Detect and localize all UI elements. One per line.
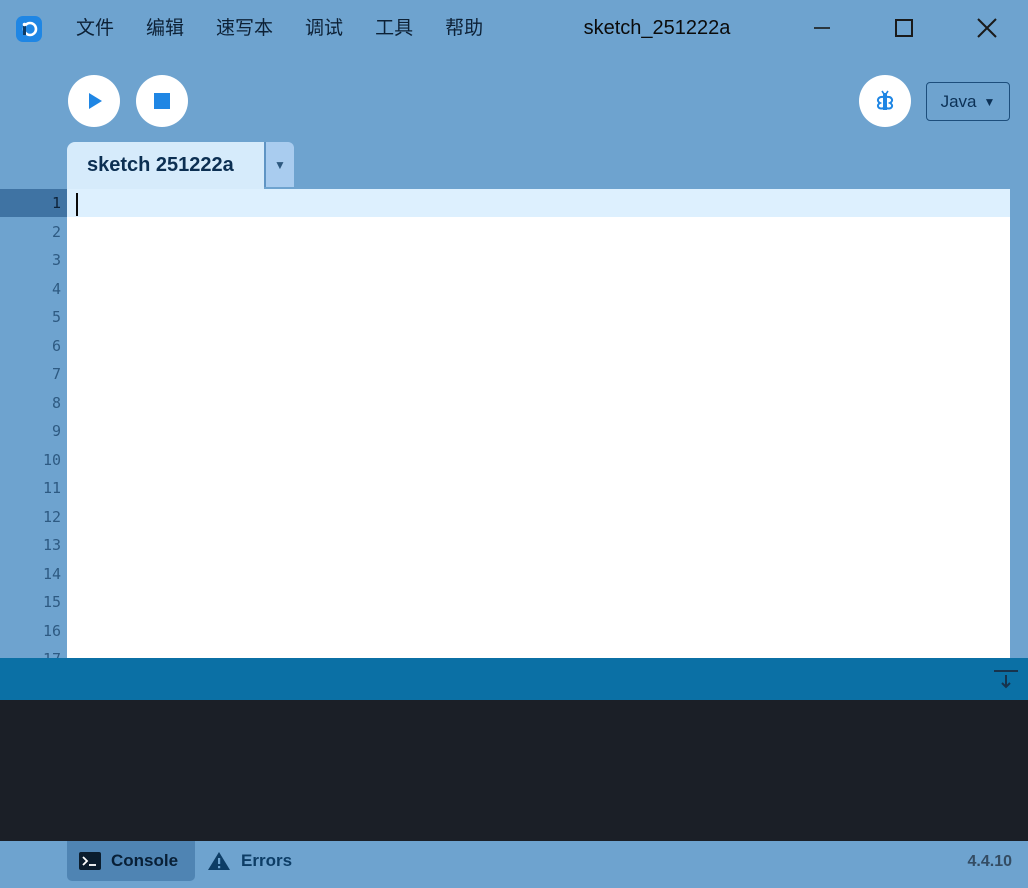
chevron-down-icon: ▼ <box>983 94 996 109</box>
editor-scrollbar[interactable] <box>1010 189 1028 658</box>
line-number: 5 <box>51 308 61 326</box>
current-line-highlight <box>67 189 1010 217</box>
line-number: 15 <box>42 593 61 611</box>
maximize-button[interactable] <box>882 8 926 48</box>
menu-bar: 文件 编辑 速写本 调试 工具 帮助 <box>60 14 499 42</box>
line-number: 2 <box>51 222 61 241</box>
version-label: 4.4.10 <box>967 853 1012 870</box>
console-header <box>0 658 1028 700</box>
tab-sketch[interactable]: sketch 251222a <box>67 142 264 189</box>
line-number: 12 <box>42 507 61 526</box>
processing-window: 文件 编辑 速写本 调试 工具 帮助 sketch_251222a Java ▼… <box>0 0 1028 888</box>
mode-label: Java <box>940 91 977 111</box>
processing-logo-icon <box>16 16 42 42</box>
line-number: 3 <box>51 251 61 269</box>
line-number: 14 <box>42 564 61 583</box>
collapse-down-icon <box>994 670 1018 689</box>
line-number: 9 <box>51 422 61 440</box>
line-number: 8 <box>51 393 61 412</box>
collapse-console-button[interactable] <box>992 666 1020 692</box>
butterfly-debug-icon <box>876 90 894 110</box>
line-number: 11 <box>42 479 61 497</box>
menu-help[interactable]: 帮助 <box>429 14 499 42</box>
tab-errors-label: Errors <box>241 851 293 870</box>
line-number: 16 <box>42 621 61 640</box>
text-caret <box>76 193 78 216</box>
tab-errors[interactable]: Errors <box>207 841 292 881</box>
tab-menu-button[interactable]: ▼ <box>264 142 294 187</box>
line-number: 13 <box>42 536 61 554</box>
line-number-gutter: 1 2 3 4 5 6 7 8 9 10 11 12 13 14 15 16 1… <box>0 189 67 658</box>
stop-icon <box>154 93 170 109</box>
code-editor[interactable] <box>67 189 1010 658</box>
triangle-down-icon: ▼ <box>274 157 286 172</box>
menu-file[interactable]: 文件 <box>60 14 130 42</box>
line-number: 4 <box>51 279 61 298</box>
run-button[interactable] <box>68 75 120 127</box>
menu-sketch[interactable]: 速写本 <box>200 14 289 42</box>
minimize-button[interactable] <box>800 8 844 48</box>
line-number: 10 <box>42 450 61 469</box>
line-number: 17 <box>0 645 61 658</box>
stop-button[interactable] <box>136 75 188 127</box>
console-output[interactable] <box>0 700 1028 841</box>
menu-edit[interactable]: 编辑 <box>130 14 200 42</box>
terminal-icon <box>79 852 101 870</box>
line-number: 6 <box>51 336 61 355</box>
tab-console-label: Console <box>111 851 179 870</box>
menu-tools[interactable]: 工具 <box>359 14 429 42</box>
minimize-icon <box>814 27 830 29</box>
mode-selector[interactable]: Java ▼ <box>926 82 1010 121</box>
close-button[interactable] <box>965 8 1009 48</box>
line-number: 7 <box>51 365 61 383</box>
tab-console[interactable]: Console <box>67 841 195 881</box>
close-icon <box>977 18 997 38</box>
line-number: 1 <box>0 189 67 217</box>
title-bar: 文件 编辑 速写本 调试 工具 帮助 sketch_251222a <box>0 0 1028 56</box>
warning-icon <box>208 852 230 870</box>
maximize-icon <box>895 19 913 37</box>
play-icon <box>89 93 102 109</box>
menu-debug[interactable]: 调试 <box>289 14 359 42</box>
debug-button[interactable] <box>859 75 911 127</box>
